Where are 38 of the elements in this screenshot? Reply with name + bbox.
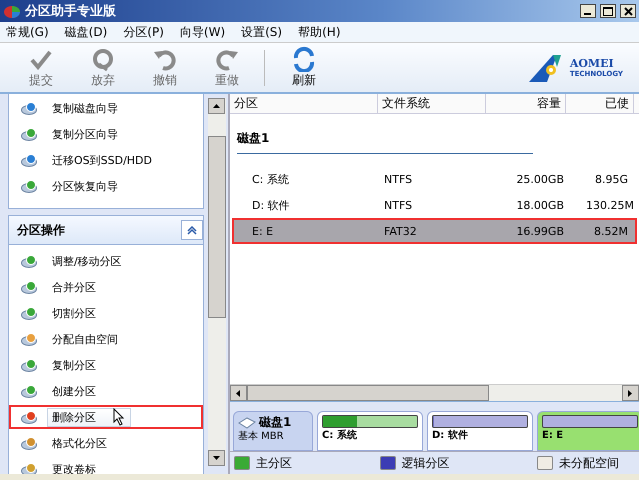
operation-item[interactable]: 删除分区	[9, 405, 203, 429]
operation-item[interactable]: 分配自由空间	[9, 327, 203, 351]
menu-item[interactable]: 常规(G)	[6, 24, 49, 40]
menu-item[interactable]: 磁盘(D)	[64, 24, 108, 40]
menu-item[interactable]: 设置(S)	[241, 24, 282, 40]
menu-item[interactable]: 分区(P)	[123, 24, 164, 40]
toolbar-button[interactable]: 刷新	[273, 46, 335, 89]
window-title: 分区助手专业版	[25, 2, 116, 20]
table-row[interactable]: D: 软件 NTFS 18.00GB 130.25M	[232, 192, 637, 218]
table-row[interactable]: E: E FAT32 16.99GB 8.52M	[232, 218, 637, 244]
legend-label: 主分区	[256, 454, 292, 472]
wizard-item[interactable]: 迁移OS到SSD/HDD	[9, 148, 203, 172]
table-row[interactable]: C: 系统 NTFS 25.00GB 8.95G	[232, 166, 637, 192]
operation-item[interactable]: 调整/移动分区	[9, 249, 203, 273]
column-header[interactable]: 容量	[486, 94, 566, 113]
wizard-item[interactable]: 复制分区向导	[9, 122, 203, 146]
operation-item[interactable]: 更改卷标	[9, 457, 203, 474]
partition-card[interactable]: D: 软件	[427, 411, 533, 451]
logo-text: AOMEI	[570, 57, 615, 70]
operation-item[interactable]: 创建分区	[9, 379, 203, 403]
group-heading: 磁盘1	[237, 130, 533, 154]
column-header[interactable]: 文件系统	[378, 94, 486, 113]
disk-card[interactable]: 磁盘1 基本 MBR	[233, 411, 313, 451]
operation-item[interactable]: 复制分区	[9, 353, 203, 377]
operation-item[interactable]: 格式化分区	[9, 431, 203, 455]
operation-item[interactable]: 切割分区	[9, 301, 203, 325]
legend-label: 未分配空间	[559, 454, 619, 472]
menu-item[interactable]: 向导(W)	[180, 24, 226, 40]
wizard-item[interactable]: 分区恢复向导	[9, 174, 203, 198]
partition-card[interactable]: E: E	[537, 411, 639, 451]
partition-card[interactable]: C: 系统	[317, 411, 423, 451]
menu-item[interactable]: 帮助(H)	[298, 24, 340, 40]
section-title: 分区操作	[17, 222, 65, 238]
column-header[interactable]: 已使	[566, 94, 634, 113]
legend-label: 逻辑分区	[402, 454, 450, 472]
operation-item[interactable]: 合并分区	[9, 275, 203, 299]
column-header[interactable]: 分区	[230, 94, 378, 113]
wizard-item[interactable]: 复制磁盘向导	[9, 96, 203, 120]
